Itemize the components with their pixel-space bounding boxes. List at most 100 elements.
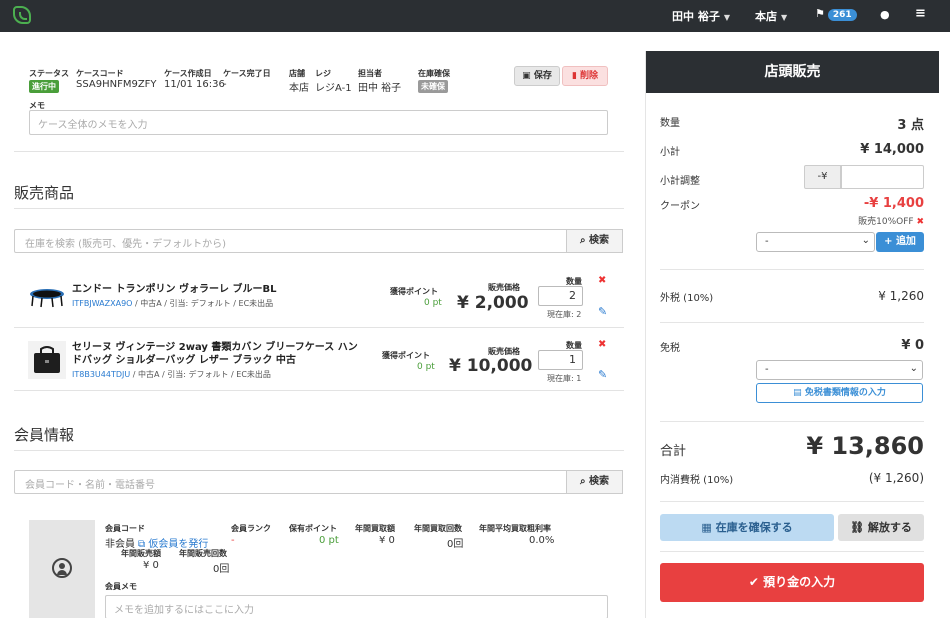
main-content: ステータス 進行中 ケースコード SSA9HNFM9ZFY ケース作成日 11/… [14,32,624,618]
member-memo-label: 会員メモ [105,582,137,591]
item-name-line2: ドバッグ ショルダーバッグ レザー ブラック 中古 [72,355,296,366]
member-memo-input[interactable]: メモを追加するにはここに入力 [105,595,608,618]
item-code-link[interactable]: IT8B3U44TDJU [72,370,130,379]
hamburger-menu-icon[interactable]: ≡ [915,6,926,21]
annual-buy-count-label: 年間買取回数 [414,524,462,533]
flag-icon: ⚑ [815,7,825,20]
total-label: 合計 [660,444,687,459]
case-memo-input[interactable]: ケース全体のメモを入力 [29,110,608,135]
member-points-value: 0 pt [319,535,339,546]
annual-sales-value: ¥ 0 [143,560,159,571]
store-menu[interactable]: 本店 ▼ [755,8,787,24]
stock-search-button[interactable]: ⌕ 検索 [566,229,623,253]
quantity-input[interactable]: 1 [538,350,583,370]
annual-buy-count-value: 0回 [447,539,464,550]
sales-heading: 販売商品 [14,184,75,202]
subtotal-label: 小計 [660,147,680,158]
stock-search-button-label: 検索 [589,235,610,246]
taxfree-value: ¥ 0 [901,338,924,353]
add-coupon-label: 追加 [895,236,916,247]
annual-buy-value: ¥ 0 [379,535,395,546]
reserve-stock-label: 在庫を確保する [715,521,793,534]
save-button-label: 保存 [533,71,552,81]
adjust-label: 小計調整 [660,176,700,187]
release-button[interactable]: ⛓ 解放する [838,514,924,541]
item-meta-text: / 中古A / 引当: デフォルト / EC未出品 [130,370,271,379]
chevron-down-icon: ⌄ [861,235,870,246]
qty-total-value: 3 点 [897,118,924,133]
register-panel: 店頭販売 数量 3 点 小計 ¥ 14,000 小計調整 -¥ クーポン -¥ … [645,51,939,618]
item-points: 0 pt [424,298,442,308]
coupon-label: クーポン [660,201,700,212]
coupon-value: -¥ 1,400 [863,196,924,211]
check-icon: ✔ [748,575,764,589]
incl-tax-label: 内消費税 (10%) [660,475,734,486]
status-label: ステータス [29,69,69,78]
delete-button-label: 削除 [580,71,599,81]
id-card-icon: ▤ [793,388,805,398]
annual-buy-label: 年間買取額 [355,524,395,533]
remove-item-icon[interactable]: ✖ [598,275,606,286]
case-completed-value: - [223,79,227,90]
price-label: 販売価格 [488,283,520,292]
notification-count-badge: 261 [827,9,857,21]
member-search-button-label: 検索 [589,476,610,487]
add-coupon-button[interactable]: + 追加 [876,232,924,252]
quantity-input[interactable]: 2 [538,286,583,306]
register-value: レジA-1 [315,83,352,94]
member-avatar [29,520,95,618]
margin-value: 0.0% [529,535,555,546]
user-menu[interactable]: 田中 裕子 ▼ [672,8,730,24]
divider [660,269,924,270]
subtotal-value: ¥ 14,000 [860,142,924,157]
item-name: セリーヌ ヴィンテージ 2way 書類カバン ブリーフケース ハン [72,342,358,353]
member-search-button[interactable]: ⌕ 検索 [566,470,623,494]
adjust-input[interactable] [841,165,924,189]
points-label: 獲得ポイント [382,351,430,360]
taxfree-docs-button[interactable]: ▤ 免税書類情報の入力 [756,383,923,403]
delete-button[interactable]: ▮ 削除 [562,66,608,86]
stock-search-input[interactable]: 在庫を検索 (販売可、優先・デフォルトから) [14,229,567,253]
member-heading: 会員情報 [14,426,75,444]
margin-label: 年間平均買取粗利率 [479,524,551,533]
divider [14,208,624,209]
store-value: 本店 [289,83,309,94]
incl-tax-value: (¥ 1,260) [868,471,924,485]
member-rank-value: - [231,535,235,546]
item-price: ¥ 2,000 [457,293,529,313]
edit-item-icon[interactable]: ✎ [598,368,607,381]
notifications-button[interactable]: ⚑ 261 [815,7,857,21]
taxfree-docs-label: 免税書類情報の入力 [804,388,886,398]
divider [660,421,924,422]
chat-icon[interactable]: ● [880,8,890,21]
chevron-down-icon: ▼ [781,13,788,22]
reserve-stock-button[interactable]: ▦ 在庫を確保する [660,514,834,541]
app-logo-icon[interactable] [13,6,31,24]
divider [14,151,624,152]
item-code-link[interactable]: ITFBJWAZXA9O [72,299,132,308]
ext-tax-label: 外税 (10%) [660,293,714,304]
remove-item-icon[interactable]: ✖ [598,339,606,350]
case-created-value: 11/01 16:36 [164,79,225,90]
boxes-icon: ▦ [701,521,716,534]
bag-thumbnail [28,341,66,379]
edit-item-icon[interactable]: ✎ [598,305,607,318]
adjust-prefix: -¥ [804,165,841,189]
taxfree-select[interactable]: - ⌄ [756,360,923,380]
item-price: ¥ 10,000 [449,356,533,376]
deposit-button[interactable]: ✔ 預り金の入力 [660,563,924,602]
deposit-label: 預り金の入力 [763,575,836,589]
item-points: 0 pt [417,362,435,372]
top-navbar: 田中 裕子 ▼ 本店 ▼ ⚑ 261 ● ≡ [0,0,950,32]
remove-coupon-icon[interactable]: ✖ [916,217,924,227]
save-button[interactable]: ▣ 保存 [514,66,560,86]
search-icon: ⌕ [579,235,590,246]
annual-sales-count-label: 年間販売回数 [179,549,227,558]
case-code-label: ケースコード [76,69,124,78]
member-code-label: 会員コード [105,524,145,533]
item-stock: 現在庫: 1 [547,374,582,383]
coupon-note-text: 販売10%OFF [858,217,914,227]
member-search-input[interactable]: 会員コード・名前・電話番号 [14,470,567,494]
coupon-select[interactable]: - ⌄ [756,232,875,252]
divider [660,322,924,323]
